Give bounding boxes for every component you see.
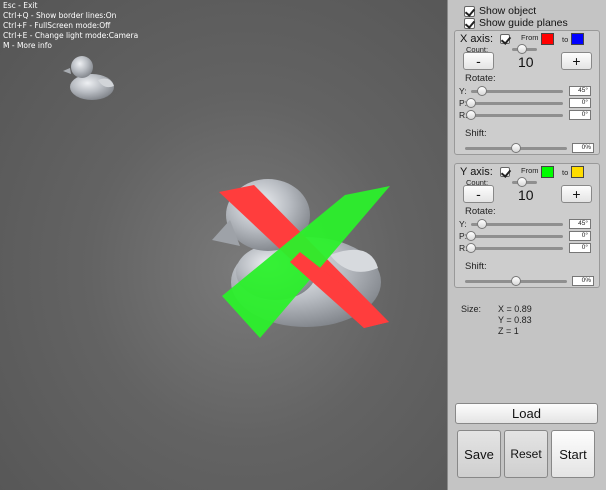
- show-object-checkbox[interactable]: [464, 5, 475, 17]
- show-guide-planes-toggle[interactable]: Show guide planes: [464, 17, 568, 29]
- y-shift-value[interactable]: 0%: [572, 276, 594, 286]
- x-count-value: 10: [518, 54, 534, 70]
- x-shift-label: Shift:: [465, 128, 487, 139]
- x-rotate-label: Rotate:: [465, 73, 496, 84]
- x-rot-p-value[interactable]: 0°: [569, 98, 591, 108]
- x-rot-r-slider-handle[interactable]: [466, 110, 476, 120]
- size-y: Y = 0.83: [498, 315, 532, 325]
- y-from-label: From: [521, 166, 539, 175]
- x-axis-title: X axis:: [460, 33, 494, 45]
- y-rotate-label: Rotate:: [465, 206, 496, 217]
- x-count-slider-handle[interactable]: [517, 44, 527, 54]
- x-rot-y-value[interactable]: 45°: [569, 86, 591, 96]
- show-object-label: Show object: [479, 5, 537, 17]
- y-rot-r-slider[interactable]: [471, 247, 563, 250]
- y-rot-r-slider-handle[interactable]: [466, 243, 476, 253]
- y-rot-y-label: Y:: [459, 219, 467, 229]
- size-z: Z = 1: [498, 326, 519, 336]
- y-to-color-swatch[interactable]: [571, 166, 584, 178]
- x-to-color-swatch[interactable]: [571, 33, 584, 45]
- show-object-toggle[interactable]: Show object: [464, 5, 536, 17]
- y-rot-p-slider[interactable]: [471, 235, 563, 238]
- y-axis-title: Y axis:: [460, 166, 493, 178]
- x-rot-y-slider-handle[interactable]: [477, 86, 488, 96]
- show-guide-planes-checkbox[interactable]: [464, 17, 475, 29]
- x-to-label: to: [562, 35, 569, 44]
- x-from-color-swatch[interactable]: [541, 33, 554, 45]
- y-shift-slider-handle[interactable]: [511, 276, 521, 286]
- y-rot-p-slider-handle[interactable]: [466, 231, 476, 241]
- save-button[interactable]: Save: [457, 430, 501, 478]
- x-count-decrease-button[interactable]: -: [463, 52, 494, 70]
- y-rot-y-slider-handle[interactable]: [477, 219, 488, 229]
- load-button[interactable]: Load: [455, 403, 598, 424]
- x-axis-group: X axis: From to Count: - 10 + Rotate: Y:…: [454, 30, 600, 155]
- x-rot-r-value[interactable]: 0°: [569, 110, 591, 120]
- y-count-slider-handle[interactable]: [517, 177, 527, 187]
- reset-button[interactable]: Reset: [504, 430, 548, 478]
- x-rot-r-slider[interactable]: [471, 114, 563, 117]
- y-count-decrease-button[interactable]: -: [463, 185, 494, 203]
- x-shift-value[interactable]: 0%: [572, 143, 594, 153]
- x-axis-checkbox[interactable]: [500, 34, 510, 44]
- y-rot-r-value[interactable]: 0°: [569, 243, 591, 253]
- y-count-increase-button[interactable]: +: [561, 185, 592, 203]
- duck-preview: [63, 56, 114, 100]
- 3d-viewport[interactable]: Esc - Exit Ctrl+Q - Show border lines:On…: [0, 0, 447, 490]
- y-to-label: to: [562, 168, 569, 177]
- y-rot-p-value[interactable]: 0°: [569, 231, 591, 241]
- control-panel: Show object Show guide planes X axis: Fr…: [447, 0, 606, 490]
- size-x: X = 0.89: [498, 304, 532, 314]
- scene-graphics: [63, 56, 390, 338]
- show-guide-planes-label: Show guide planes: [479, 17, 568, 29]
- y-from-color-swatch[interactable]: [541, 166, 554, 178]
- y-rot-y-value[interactable]: 45°: [569, 219, 591, 229]
- size-label: Size:: [461, 304, 482, 314]
- size-values: X = 0.89 Y = 0.83 Z = 1: [498, 304, 532, 337]
- y-count-value: 10: [518, 187, 534, 203]
- y-axis-checkbox[interactable]: [500, 167, 510, 177]
- x-rot-y-label: Y:: [459, 86, 467, 96]
- x-count-increase-button[interactable]: +: [561, 52, 592, 70]
- start-button[interactable]: Start: [551, 430, 595, 478]
- x-rot-p-slider-handle[interactable]: [466, 98, 476, 108]
- y-shift-label: Shift:: [465, 261, 487, 272]
- x-shift-slider-handle[interactable]: [511, 143, 521, 153]
- x-rot-p-slider[interactable]: [471, 102, 563, 105]
- x-from-label: From: [521, 33, 539, 42]
- y-axis-group: Y axis: From to Count: - 10 + Rotate: Y:…: [454, 163, 600, 288]
